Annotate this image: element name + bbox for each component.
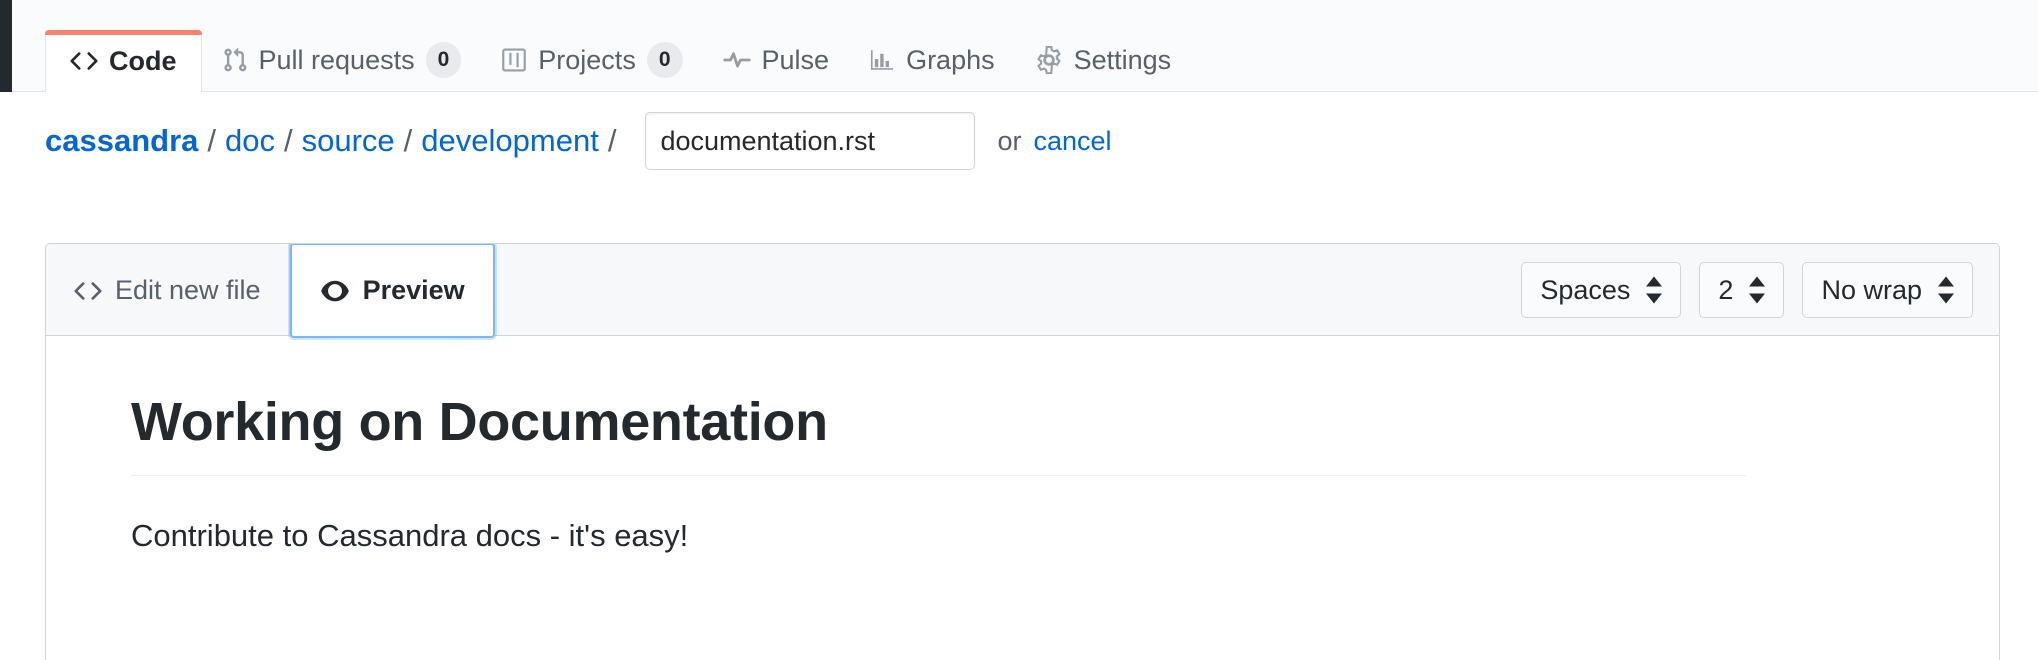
breadcrumb-segment-doc[interactable]: doc xyxy=(225,123,275,159)
tab-label: Edit new file xyxy=(115,275,261,306)
breadcrumb-segment-source[interactable]: source xyxy=(302,123,395,159)
indent-width-value: 2 xyxy=(1718,275,1733,306)
repo-nav-label: Pulse xyxy=(762,45,830,76)
heading-underline-divider xyxy=(131,475,1746,476)
preview-heading: Working on Documentation xyxy=(131,391,1914,453)
gear-icon xyxy=(1035,46,1063,74)
line-wrap-select[interactable]: No wrap xyxy=(1802,262,1973,318)
repo-nav-item-settings[interactable]: Settings xyxy=(1015,29,1192,91)
repo-nav-item-pulse[interactable]: Pulse xyxy=(703,29,850,91)
tab-edit-new-file[interactable]: Edit new file xyxy=(46,244,290,337)
preview-paragraph: Contribute to Cassandra docs - it's easy… xyxy=(131,518,1914,554)
repo-nav-item-pull-requests[interactable]: Pull requests 0 xyxy=(202,29,482,91)
indent-mode-value: Spaces xyxy=(1540,275,1630,306)
repo-nav-item-projects[interactable]: Projects 0 xyxy=(481,29,702,91)
repo-nav-label: Projects xyxy=(538,45,636,76)
repo-nav-item-code[interactable]: Code xyxy=(45,30,202,92)
file-editor-box: Edit new file Preview Spaces xyxy=(45,243,2000,660)
code-icon xyxy=(70,47,98,75)
repo-nav-label: Code xyxy=(109,46,177,77)
git-pull-request-icon xyxy=(222,46,248,74)
cancel-link[interactable]: cancel xyxy=(1033,126,1111,157)
repo-nav-label: Pull requests xyxy=(259,45,415,76)
breadcrumb-repo-link[interactable]: cassandra xyxy=(45,123,198,159)
indent-mode-select[interactable]: Spaces xyxy=(1521,262,1681,318)
filename-input[interactable] xyxy=(645,112,975,170)
bar-chart-icon xyxy=(869,46,895,74)
chevron-updown-icon xyxy=(1936,277,1956,304)
github-file-editor-page: Code Pull requests 0 Projects 0 Pulse xyxy=(0,0,2038,660)
repo-navigation: Code Pull requests 0 Projects 0 Pulse xyxy=(12,0,2038,92)
indent-width-select[interactable]: 2 xyxy=(1699,262,1784,318)
tab-preview[interactable]: Preview xyxy=(290,243,495,338)
pulse-icon xyxy=(723,46,751,74)
breadcrumb: cassandra / doc / source / development /… xyxy=(0,92,2038,190)
eye-icon xyxy=(320,276,350,306)
breadcrumb-separator: / xyxy=(404,123,413,159)
editor-toolbar: Edit new file Preview Spaces xyxy=(46,244,1999,336)
tab-label: Preview xyxy=(363,275,465,306)
line-wrap-value: No wrap xyxy=(1821,275,1922,306)
breadcrumb-separator: / xyxy=(608,123,617,159)
breadcrumb-separator: / xyxy=(207,123,216,159)
project-board-icon xyxy=(501,46,527,74)
projects-counter: 0 xyxy=(647,42,683,77)
repo-nav-label: Graphs xyxy=(906,45,995,76)
breadcrumb-segment-development[interactable]: development xyxy=(421,123,599,159)
editor-tabnav: Edit new file Preview xyxy=(46,244,495,335)
editor-settings-group: Spaces 2 No wrap xyxy=(1521,244,1999,336)
code-icon xyxy=(74,277,102,305)
pull-requests-counter: 0 xyxy=(426,42,462,77)
or-label: or xyxy=(997,126,1021,157)
chevron-updown-icon xyxy=(1747,277,1767,304)
left-dark-rail xyxy=(0,0,12,92)
chevron-updown-icon xyxy=(1644,277,1664,304)
breadcrumb-separator: / xyxy=(284,123,293,159)
markdown-preview-body: Working on Documentation Contribute to C… xyxy=(46,336,1999,554)
repo-nav-label: Settings xyxy=(1074,45,1172,76)
repo-nav-item-graphs[interactable]: Graphs xyxy=(849,29,1015,91)
